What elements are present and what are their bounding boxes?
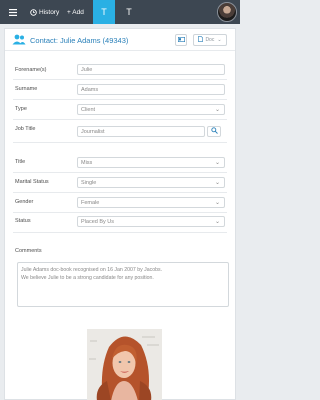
type-value: Client (81, 106, 96, 113)
forename-input[interactable]: Julie (77, 64, 225, 75)
page-title: Contact: Julie Adams (49343) (30, 36, 129, 45)
chevron-down-icon: ⌄ (214, 160, 220, 166)
divider (13, 119, 227, 120)
surname-label: Surname (15, 86, 38, 92)
job-title-label: Job Title (15, 126, 36, 132)
chevron-down-icon: ⌄ (217, 37, 222, 43)
type-label: Type (15, 106, 27, 112)
card-button[interactable] (175, 34, 187, 46)
marital-status-value: Single (81, 179, 97, 186)
type-select[interactable]: Client ⌄ (77, 104, 225, 115)
marital-status-label: Marital Status (15, 179, 49, 185)
search-icon (210, 127, 218, 136)
gender-select[interactable]: Female ⌄ (77, 197, 225, 208)
gender-value: Female (81, 199, 100, 206)
comments-line: We believe Julie to be a strong candidat… (21, 275, 154, 281)
doc-label: Doc (205, 37, 215, 43)
comments-line: Julie Adams doc-book recognised on 16 Ja… (21, 267, 163, 273)
title-select[interactable]: Miss ⌄ (77, 157, 225, 168)
menu-icon[interactable] (9, 0, 17, 24)
contact-panel: Contact: Julie Adams (49343) Doc ⌄ Foren… (4, 28, 236, 400)
document-icon (198, 36, 204, 44)
divider (13, 172, 227, 173)
divider (13, 99, 227, 100)
doc-dropdown-button[interactable]: Doc ⌄ (193, 34, 227, 46)
add-label: + Add (67, 8, 84, 16)
id-card-icon (177, 36, 185, 44)
panel-header: Contact: Julie Adams (49343) Doc ⌄ (5, 29, 235, 51)
contact-icon (12, 34, 26, 47)
history-button[interactable]: History (30, 0, 59, 24)
comments-textarea[interactable]: Julie Adams doc-book recognised on 16 Ja… (17, 262, 229, 307)
contact-photo (87, 329, 162, 400)
tab-text-2[interactable]: T (118, 0, 140, 24)
chevron-down-icon: ⌄ (214, 219, 220, 225)
gender-label: Gender (15, 199, 34, 205)
surname-value: Adams (81, 86, 99, 93)
job-title-value: Journalist (81, 128, 105, 135)
tab-text-1-label: T (101, 7, 107, 17)
status-label: Status (15, 218, 31, 224)
chevron-down-icon: ⌄ (214, 107, 220, 113)
top-bar: History + Add T T (0, 0, 240, 24)
divider (13, 79, 227, 80)
history-label: History (39, 8, 60, 16)
tab-text-1[interactable]: T (93, 0, 115, 24)
chevron-down-icon: ⌄ (214, 200, 220, 206)
history-icon (30, 8, 37, 16)
forename-value: Julie (81, 66, 93, 73)
comments-label: Comments (15, 248, 42, 254)
job-search-button[interactable] (207, 126, 221, 137)
surname-input[interactable]: Adams (77, 84, 225, 95)
tab-text-2-label: T (126, 7, 132, 17)
chevron-down-icon: ⌄ (214, 180, 220, 186)
status-select[interactable]: Placed By Us ⌄ (77, 216, 225, 227)
forename-label: Forename(s) (15, 67, 47, 73)
status-value: Placed By Us (81, 218, 115, 225)
title-label: Title (15, 159, 26, 165)
user-avatar[interactable] (217, 2, 237, 22)
add-button[interactable]: + Add (67, 0, 84, 24)
divider (13, 212, 227, 213)
title-value: Miss (81, 159, 93, 166)
divider (13, 232, 227, 233)
job-title-input[interactable]: Journalist (77, 126, 205, 137)
divider (13, 142, 227, 143)
marital-status-select[interactable]: Single ⌄ (77, 177, 225, 188)
divider (13, 192, 227, 193)
